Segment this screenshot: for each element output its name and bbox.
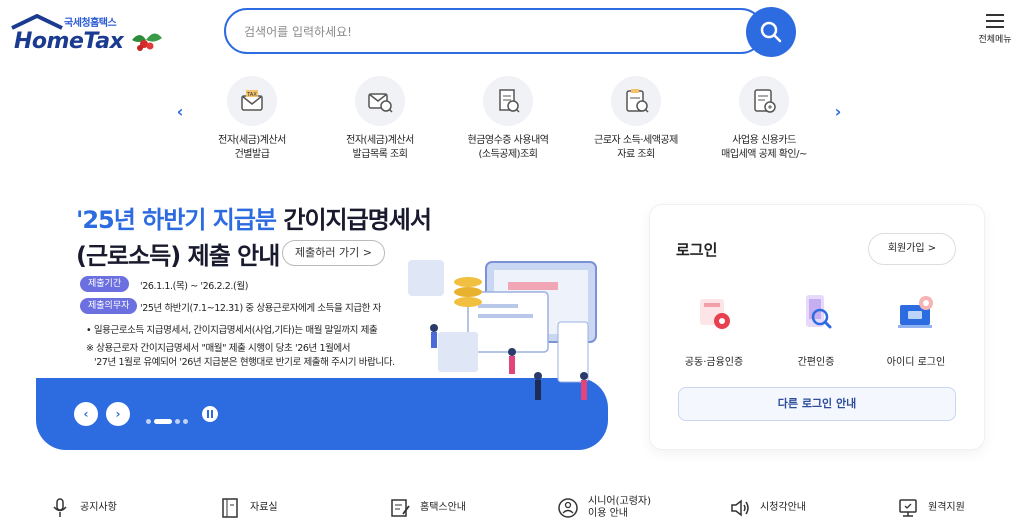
card-document-icon xyxy=(739,76,789,126)
remote-support-icon xyxy=(896,496,920,520)
microphone-icon xyxy=(48,496,72,520)
login-card: 로그인 회원가입 > 공동·금융인증 간편인증 아이디 로그인 다른 로그인 안 xyxy=(650,205,984,449)
join-button[interactable]: 회원가입 > xyxy=(868,233,956,265)
banner-next-button[interactable]: › xyxy=(106,402,130,426)
simple-auth-login-option[interactable]: 간편인증 xyxy=(772,293,860,368)
bottom-quick-links: 공지사항 자료실 홈택스안내 시니어(고령자) 이용 안내 시청각안내 원격지원 xyxy=(0,488,1024,528)
quick-item-label: 근로자 소득·세액공제 자료 조회 xyxy=(594,135,678,160)
archive-icon xyxy=(218,496,242,520)
obligor-pill: 제출의무자 xyxy=(80,298,138,314)
bottom-link-label: 시니어(고령자) 이용 안내 xyxy=(588,496,652,519)
full-menu-button[interactable]: 전체메뉴 xyxy=(972,14,1018,54)
tax-illustration xyxy=(408,260,597,400)
quick-item-label: 전자(세금)계산서 건별발급 xyxy=(218,135,286,160)
certificate-login-label: 공동·금융인증 xyxy=(684,357,744,368)
banner-prev-button[interactable]: ‹ xyxy=(74,402,98,426)
search-box[interactable] xyxy=(224,8,764,54)
simple-auth-login-label: 간편인증 xyxy=(797,357,835,368)
quick-item-cash-receipt[interactable]: 현금영수증 사용내역 (소득공제)조회 xyxy=(444,76,572,162)
banner-pagination xyxy=(146,411,191,430)
id-login-icon xyxy=(898,296,933,328)
banner-title-highlight: '25년 하반기 지급분 xyxy=(76,206,277,234)
bottom-link-remote-support[interactable]: 원격지원 xyxy=(896,492,965,524)
id-login-option[interactable]: 아이디 로그인 xyxy=(872,293,960,368)
bottom-link-label: 자료실 xyxy=(250,502,278,513)
banner-note-line2: '27년 1월로 유예되어 '26년 지급분은 현행대로 반기로 제출해 주시기… xyxy=(94,357,395,368)
quick-item-label: 현금영수증 사용내역 (소득공제)조회 xyxy=(467,135,549,160)
other-login-guide-button[interactable]: 다른 로그인 안내 xyxy=(678,387,956,421)
quick-menu-next-button[interactable]: › xyxy=(828,102,848,122)
quick-item-tax-invoice-list[interactable]: 전자(세금)계산서 발급목록 조회 xyxy=(316,76,444,162)
pagination-dot[interactable] xyxy=(183,419,188,424)
pagination-dot[interactable] xyxy=(146,419,151,424)
banner-bullet: • 일용근로소득 지급명세서, 간이지급명세서(사업,기타)는 매월 말일까지 … xyxy=(86,325,378,336)
hometax-logo[interactable]: 국세청홈택스 HomeTax xyxy=(8,12,163,58)
search-icon xyxy=(760,21,782,43)
search-button[interactable] xyxy=(746,7,796,57)
receipt-icon xyxy=(483,76,533,126)
speaker-icon xyxy=(728,496,752,520)
banner-title: '25년 하반기 지급분 간이지급명세서 xyxy=(76,204,432,236)
hamburger-icon xyxy=(986,14,1004,28)
banner-pause-button[interactable] xyxy=(202,406,218,422)
id-login-label: 아이디 로그인 xyxy=(886,357,946,368)
bottom-link-senior[interactable]: 시니어(고령자) 이용 안내 xyxy=(556,492,651,524)
full-menu-label: 전체메뉴 xyxy=(978,35,1012,45)
logo-korean-text: 국세청홈택스 xyxy=(64,18,117,29)
guide-icon xyxy=(388,496,412,520)
bottom-link-label: 시청각안내 xyxy=(760,502,806,513)
quick-item-deduction-data[interactable]: 근로자 소득·세액공제 자료 조회 xyxy=(572,76,700,162)
pagination-dot[interactable] xyxy=(175,419,180,424)
bottom-link-label: 공지사항 xyxy=(80,502,117,513)
submit-go-button[interactable]: 제출하러 가기 > xyxy=(282,240,385,266)
quick-item-label: 사업용 신용카드 매입세액 공제 확인/~ xyxy=(721,135,807,160)
banner-title-main: 간이지급명세서 xyxy=(276,206,432,234)
quick-menu: ‹ TAX 전자(세금)계산서 건별발급 전자(세금)계산서 발급목록 조회 현… xyxy=(0,72,1024,172)
certificate-icon xyxy=(700,299,730,329)
banner-note-line1: ※ 상용근로자 간이지급명세서 "매월" 제출 시행이 당초 '26년 1월에서 xyxy=(86,343,351,354)
login-title: 로그인 xyxy=(676,241,718,259)
bottom-link-audiovisual[interactable]: 시청각안내 xyxy=(728,492,806,524)
bottom-link-archive[interactable]: 자료실 xyxy=(218,492,278,524)
period-pill: 제출기간 xyxy=(80,276,130,292)
logo-english-text: HomeTax xyxy=(14,29,124,54)
search-input[interactable] xyxy=(244,22,714,42)
period-text: '26.1.1.(목) ~ '26.2.2.(월) xyxy=(140,281,249,292)
phone-auth-icon xyxy=(806,295,832,329)
svg-text:TAX: TAX xyxy=(246,92,257,98)
banner-title-line2: (근로소득) 제출 안내 xyxy=(76,242,280,270)
pagination-dot-active[interactable] xyxy=(154,419,172,424)
bottom-link-label: 원격지원 xyxy=(928,502,965,513)
quick-menu-prev-button[interactable]: ‹ xyxy=(170,102,190,122)
obligor-text: '25년 하반기(7.1~12.31) 중 상용근로자에게 소득을 지급한 자 xyxy=(140,303,381,314)
quick-item-tax-invoice-issue[interactable]: TAX 전자(세금)계산서 건별발급 xyxy=(188,76,316,162)
tax-invoice-icon: TAX xyxy=(227,76,277,126)
quick-item-label: 전자(세금)계산서 발급목록 조회 xyxy=(346,135,414,160)
bottom-link-label: 홈택스안내 xyxy=(420,502,466,513)
notice-banner[interactable]: '25년 하반기 지급분 간이지급명세서 (근로소득) 제출 안내 제출하러 가… xyxy=(36,190,608,450)
bottom-link-notice[interactable]: 공지사항 xyxy=(48,492,117,524)
holly-icon xyxy=(132,33,162,51)
quick-item-business-card[interactable]: 사업용 신용카드 매입세액 공제 확인/~ xyxy=(700,76,828,162)
certificate-login-option[interactable]: 공동·금융인증 xyxy=(670,293,758,368)
document-search-icon xyxy=(611,76,661,126)
senior-icon xyxy=(556,496,580,520)
tax-invoice-search-icon xyxy=(355,76,405,126)
header: 국세청홈택스 HomeTax 전체메뉴 xyxy=(0,0,1024,68)
bottom-link-guide[interactable]: 홈택스안내 xyxy=(388,492,466,524)
